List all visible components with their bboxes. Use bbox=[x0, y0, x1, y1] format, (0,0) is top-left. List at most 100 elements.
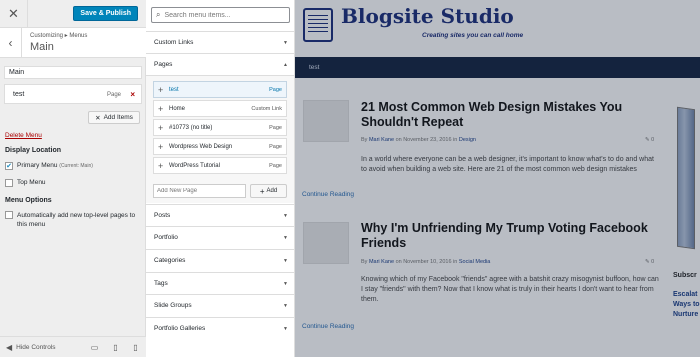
page-item-label: Home bbox=[169, 105, 186, 112]
page-item-type: Page bbox=[269, 162, 282, 169]
page-item[interactable]: + Home Custom Link bbox=[153, 100, 287, 117]
site-preview: Blogsite Studio Creating sites you can c… bbox=[295, 0, 700, 357]
page-item[interactable]: + test Page bbox=[153, 81, 287, 98]
top-menu-checkbox[interactable] bbox=[5, 179, 13, 187]
delete-menu-link[interactable]: Delete Menu bbox=[5, 132, 42, 139]
primary-menu-label: Primary Menu bbox=[17, 162, 58, 169]
nav-item-test[interactable]: test bbox=[309, 64, 319, 71]
hide-controls-button[interactable]: ◀ Hide Controls bbox=[6, 343, 56, 352]
section-tags[interactable]: Tags ▼ bbox=[146, 272, 294, 294]
page-item[interactable]: + WordPress Tutorial Page bbox=[153, 157, 287, 174]
section-slide-groups[interactable]: Slide Groups ▼ bbox=[146, 294, 294, 316]
back-chevron-icon[interactable]: ‹ bbox=[0, 28, 22, 58]
triangle-down-icon: ▼ bbox=[283, 325, 288, 332]
pages-header[interactable]: Pages ▲ bbox=[146, 54, 294, 76]
post-meta-date: on November 23, 2016 in bbox=[395, 137, 458, 143]
breadcrumb: Customizing ▸ Menus bbox=[30, 33, 88, 39]
page-item-label: #10773 (no title) bbox=[169, 124, 213, 131]
customizer-footer: ◀ Hide Controls ▭ ▯ ▯ bbox=[0, 336, 146, 357]
post-excerpt: In a world where everyone can be a web d… bbox=[361, 156, 654, 173]
customizer-header: ✕ Save & Publish bbox=[0, 0, 146, 28]
post-meta: By Mari Kane on November 10, 2016 in Soc… bbox=[361, 259, 490, 265]
triangle-down-icon: ▼ bbox=[283, 257, 288, 264]
page-item-label: test bbox=[169, 86, 179, 93]
auto-add-row: Automatically add new top-level pages to… bbox=[5, 211, 141, 229]
sidebar-post-link[interactable]: Escalat Ways to Nurture bbox=[673, 290, 700, 320]
comments-value: 0 bbox=[651, 259, 655, 265]
post-meta-by: By bbox=[361, 259, 368, 265]
save-publish-button[interactable]: Save & Publish bbox=[73, 6, 138, 21]
plus-icon: + bbox=[158, 160, 164, 171]
add-items-label: Add Items bbox=[103, 114, 133, 121]
section-portfolio-galleries[interactable]: Portfolio Galleries ▼ bbox=[146, 317, 294, 339]
triangle-down-icon: ▼ bbox=[283, 302, 288, 309]
menu-item[interactable]: test Page × bbox=[4, 84, 142, 104]
location-primary-row: ✔ Primary Menu (Current: Main) bbox=[5, 162, 141, 170]
section-categories[interactable]: Categories ▼ bbox=[146, 249, 294, 271]
continue-reading-link[interactable]: Continue Reading bbox=[302, 323, 354, 330]
post-meta-date: on November 10, 2016 in bbox=[395, 259, 458, 265]
hide-controls-label: Hide Controls bbox=[16, 344, 56, 351]
search-input[interactable] bbox=[164, 11, 280, 19]
add-new-page-input[interactable] bbox=[153, 184, 246, 198]
desktop-icon[interactable]: ▭ bbox=[90, 343, 99, 352]
primary-menu-checkbox[interactable]: ✔ bbox=[5, 162, 13, 170]
section-label: Custom Links bbox=[154, 39, 194, 46]
comments-count[interactable]: ✎ 0 bbox=[645, 137, 654, 143]
triangle-down-icon: ▼ bbox=[283, 280, 288, 287]
page-title: Main bbox=[30, 41, 54, 53]
post-thumbnail[interactable] bbox=[303, 100, 349, 142]
section-posts[interactable]: Posts ▼ bbox=[146, 204, 294, 226]
post-author[interactable]: Mari Kane bbox=[369, 259, 394, 265]
post-category[interactable]: Social Media bbox=[459, 259, 491, 265]
page-item-type: Page bbox=[269, 143, 282, 150]
triangle-down-icon: ▼ bbox=[283, 234, 288, 241]
add-page-button[interactable]: + Add bbox=[250, 184, 287, 198]
search-icon: ⌕ bbox=[156, 10, 161, 19]
triangle-down-icon: ▼ bbox=[283, 212, 288, 219]
triangle-down-icon: ▼ bbox=[283, 39, 288, 46]
section-label: Tags bbox=[154, 280, 168, 287]
menu-options-heading: Menu Options bbox=[5, 197, 52, 204]
post-thumbnail[interactable] bbox=[303, 222, 349, 264]
section-pages: Pages ▲ + test Page + Home Custom Link +… bbox=[146, 53, 294, 203]
post-excerpt: Knowing which of my Facebook "friends" a… bbox=[361, 276, 659, 303]
site-header: Blogsite Studio Creating sites you can c… bbox=[295, 0, 700, 54]
page-item-type: Custom Link bbox=[251, 105, 282, 112]
post-author[interactable]: Mari Kane bbox=[369, 137, 394, 143]
section-custom-links[interactable]: Custom Links ▼ bbox=[146, 31, 294, 53]
section-label: Categories bbox=[154, 257, 186, 264]
menu-name-field[interactable]: Main bbox=[4, 66, 142, 79]
page-item-type: Page bbox=[269, 86, 282, 93]
plus-icon: + bbox=[158, 141, 164, 152]
add-items-button[interactable]: ✕ Add Items bbox=[88, 111, 140, 124]
mobile-icon[interactable]: ▯ bbox=[131, 343, 140, 352]
post-meta: By Mari Kane on November 23, 2016 in Des… bbox=[361, 137, 476, 143]
plus-icon: + bbox=[259, 186, 265, 196]
section-label: Portfolio Galleries bbox=[154, 325, 206, 332]
post-title[interactable]: 21 Most Common Web Design Mistakes You S… bbox=[361, 100, 661, 130]
continue-reading-link[interactable]: Continue Reading bbox=[302, 191, 354, 198]
section-label: Slide Groups bbox=[154, 302, 192, 309]
triangle-up-icon: ▲ bbox=[283, 61, 288, 68]
comment-icon: ✎ bbox=[645, 259, 650, 265]
close-icon[interactable]: ✕ bbox=[0, 0, 28, 28]
auto-add-label: Automatically add new top-level pages to… bbox=[17, 212, 136, 228]
post-category[interactable]: Design bbox=[459, 137, 476, 143]
site-title[interactable]: Blogsite Studio bbox=[341, 4, 514, 28]
site-nav: test bbox=[295, 57, 700, 78]
page-item[interactable]: + Wordpress Web Design Page bbox=[153, 138, 287, 155]
plus-icon: + bbox=[158, 122, 164, 133]
available-items-panel: ⌕ Custom Links ▼ Pages ▲ + test Page + H… bbox=[146, 0, 295, 357]
auto-add-checkbox[interactable] bbox=[5, 211, 13, 219]
search-box[interactable]: ⌕ bbox=[151, 7, 290, 23]
comments-count[interactable]: ✎ 0 bbox=[645, 259, 654, 265]
post-title[interactable]: Why I'm Unfriending My Trump Voting Face… bbox=[361, 221, 661, 251]
display-location-heading: Display Location bbox=[5, 147, 62, 154]
tablet-icon[interactable]: ▯ bbox=[111, 343, 120, 352]
section-portfolio[interactable]: Portfolio ▼ bbox=[146, 226, 294, 248]
page-item[interactable]: + #10773 (no title) Page bbox=[153, 119, 287, 136]
menu-item-label: test bbox=[13, 91, 25, 98]
remove-icon[interactable]: × bbox=[130, 90, 135, 99]
plus-icon: + bbox=[158, 84, 164, 95]
